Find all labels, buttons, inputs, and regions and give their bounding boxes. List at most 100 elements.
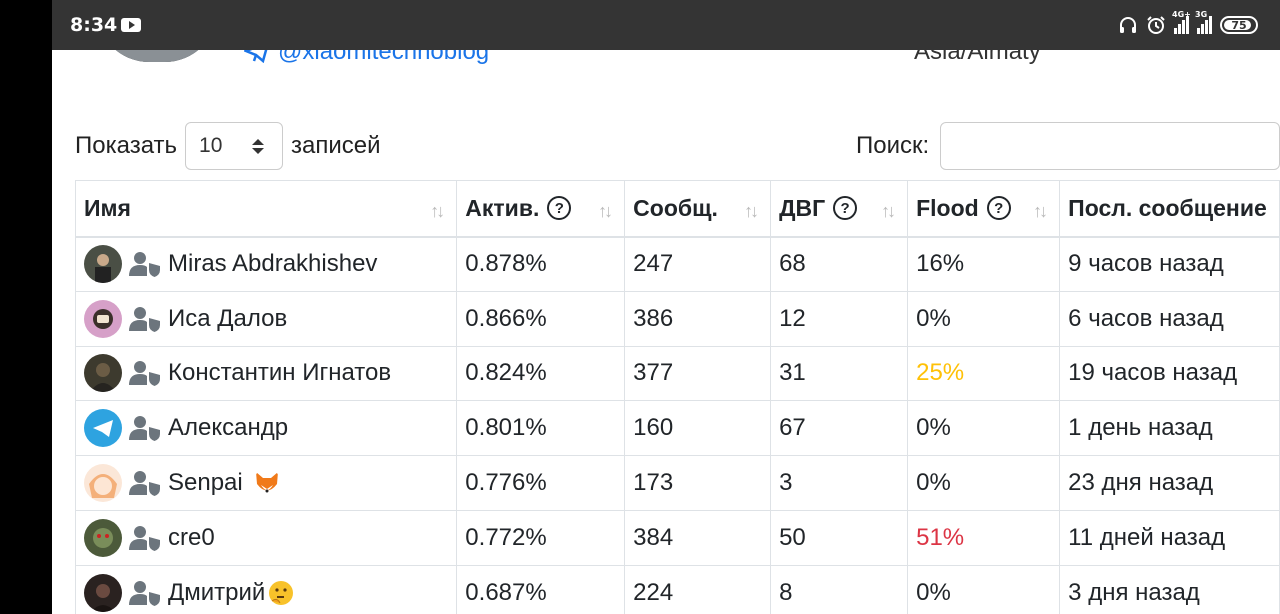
activity-cell: 0.687% xyxy=(456,564,626,614)
messages-cell: 384 xyxy=(624,509,772,566)
flood-cell: 25% xyxy=(907,345,1061,402)
status-icons: 4G+ 3G 75 xyxy=(1118,10,1258,37)
user-name-link[interactable]: cre0 xyxy=(168,524,215,552)
dvg-cell: 67 xyxy=(770,400,909,457)
battery-icon: 75 xyxy=(1220,16,1258,34)
select-arrows-icon xyxy=(252,138,265,154)
timezone-text: Asia/Almaty xyxy=(914,50,1041,65)
user-name-link[interactable]: Дмитрий xyxy=(168,579,265,607)
page-length-control: Показать 10 записей xyxy=(75,122,381,170)
messages-cell: 224 xyxy=(624,564,772,614)
page-length-select[interactable]: 10 xyxy=(185,122,284,170)
network-type-1: 4G+ xyxy=(1172,10,1191,19)
profile-avatar xyxy=(97,50,217,62)
sort-icon: ↑↓ xyxy=(881,201,896,221)
fox-emoji-icon xyxy=(255,472,278,493)
flood-cell: 0% xyxy=(907,290,1061,347)
show-label: Показать xyxy=(75,132,178,159)
dvg-cell: 12 xyxy=(770,290,909,347)
column-label: Сообщ. xyxy=(633,194,718,221)
messages-cell: 173 xyxy=(624,455,772,511)
messages-cell: 377 xyxy=(624,345,772,402)
admin-shield-icon xyxy=(129,525,160,551)
last-message-cell: 3 дня назад xyxy=(1059,564,1280,614)
column-label: Имя xyxy=(84,194,131,221)
admin-shield-icon xyxy=(129,416,160,442)
user-avatar xyxy=(84,299,122,338)
messages-cell: 247 xyxy=(624,236,772,292)
signal-3g-icon: 3G xyxy=(1195,10,1212,34)
thinking-emoji-icon xyxy=(269,580,294,605)
signal-4g-icon: 4G+ xyxy=(1172,10,1191,34)
activity-cell: 0.866% xyxy=(456,290,626,347)
column-label: Посл. сообщение xyxy=(1068,194,1267,221)
column-label: Актив. xyxy=(465,194,540,221)
column-label: ДВГ xyxy=(779,194,826,221)
users-table: Имя ↑↓ Актив. ? ↑↓ Сообщ. ↑↓ ДВГ ? ↑↓ Fl… xyxy=(74,180,1280,614)
user-avatar xyxy=(84,464,122,503)
messages-cell: 386 xyxy=(624,290,772,347)
column-header-last-message[interactable]: Посл. сообщение xyxy=(1059,180,1280,238)
activity-cell: 0.824% xyxy=(456,345,626,402)
dvg-cell: 3 xyxy=(770,455,909,511)
admin-shield-icon xyxy=(129,471,160,497)
status-bar: 8:34 4G+ 3G 75 xyxy=(52,0,1280,50)
dvg-cell: 8 xyxy=(770,564,909,614)
sort-icon: ↑↓ xyxy=(1033,201,1048,221)
alarm-icon xyxy=(1147,16,1165,34)
activity-cell: 0.801% xyxy=(456,400,626,457)
flood-cell: 0% xyxy=(907,455,1061,511)
admin-shield-icon xyxy=(129,580,160,606)
user-name-link[interactable]: Константин Игнатов xyxy=(168,359,391,387)
table-row: Senpai 0.776% 173 3 0% 23 дня назад xyxy=(74,455,1280,511)
sort-icon: ↑↓ xyxy=(430,201,445,221)
telegram-icon xyxy=(244,50,268,63)
user-name-link[interactable]: Senpai xyxy=(168,469,243,497)
table-row: cre0 0.772% 384 50 51% 11 дней назад xyxy=(74,509,1280,566)
sort-icon: ↑↓ xyxy=(598,201,613,221)
status-time: 8:34 xyxy=(70,14,118,36)
activity-cell: 0.772% xyxy=(456,509,626,566)
admin-shield-icon xyxy=(129,306,160,332)
user-avatar xyxy=(84,354,122,393)
last-message-cell: 19 часов назад xyxy=(1059,345,1280,402)
search-input[interactable] xyxy=(940,122,1280,170)
network-type-2: 3G xyxy=(1195,10,1208,19)
user-name-link[interactable]: Иса Далов xyxy=(168,305,287,333)
last-message-cell: 11 дней назад xyxy=(1059,509,1280,566)
admin-shield-icon xyxy=(129,361,160,387)
telegram-avatar xyxy=(84,409,122,448)
activity-cell: 0.776% xyxy=(456,455,626,511)
flood-cell: 51% xyxy=(907,509,1061,566)
battery-level: 75 xyxy=(1231,18,1247,32)
table-row: Александр 0.801% 160 67 0% 1 день назад xyxy=(74,400,1280,457)
last-message-cell: 23 дня назад xyxy=(1059,455,1280,511)
table-row: Иса Далов 0.866% 386 12 0% 6 часов назад xyxy=(74,290,1280,347)
user-avatar xyxy=(84,573,122,612)
column-header-activity[interactable]: Актив. ? ↑↓ xyxy=(456,180,626,238)
flood-cell: 0% xyxy=(907,564,1061,614)
entries-label: записей xyxy=(291,132,381,159)
sort-icon: ↑↓ xyxy=(744,201,759,221)
telegram-handle: @xiaomitechnoblog xyxy=(278,50,490,65)
table-header-row: Имя ↑↓ Актив. ? ↑↓ Сообщ. ↑↓ ДВГ ? ↑↓ Fl… xyxy=(74,180,1280,238)
last-message-cell: 9 часов назад xyxy=(1059,236,1280,292)
messages-cell: 160 xyxy=(624,400,772,457)
headphones-icon xyxy=(1120,17,1136,33)
column-header-messages[interactable]: Сообщ. ↑↓ xyxy=(624,180,772,238)
search-control: Поиск: xyxy=(856,122,1280,170)
column-header-name[interactable]: Имя ↑↓ xyxy=(74,180,458,238)
column-header-dvg[interactable]: ДВГ ? ↑↓ xyxy=(770,180,909,238)
user-name-link[interactable]: Miras Abdrakhishev xyxy=(168,250,377,278)
last-message-cell: 1 день назад xyxy=(1059,400,1280,457)
column-header-flood[interactable]: Flood ? ↑↓ xyxy=(907,180,1061,238)
help-icon[interactable]: ? xyxy=(833,196,858,221)
page-length-value: 10 xyxy=(199,134,223,157)
page-content: @xiaomitechnoblog Asia/Almaty Показать 1… xyxy=(52,50,1280,614)
help-icon[interactable]: ? xyxy=(547,196,572,221)
user-name-link[interactable]: Александр xyxy=(168,414,288,442)
help-icon[interactable]: ? xyxy=(986,196,1011,221)
dvg-cell: 68 xyxy=(770,236,909,292)
telegram-link[interactable]: @xiaomitechnoblog xyxy=(244,50,489,66)
flood-cell: 0% xyxy=(907,400,1061,457)
